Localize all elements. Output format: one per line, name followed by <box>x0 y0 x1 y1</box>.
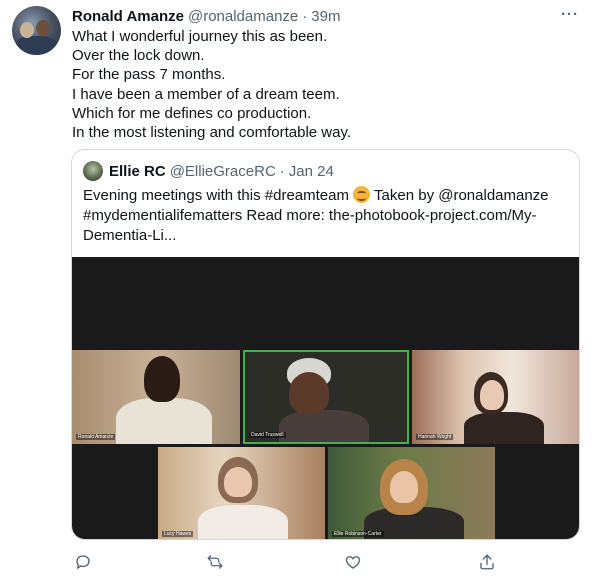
tweet-header: Ronald Amanze @ronaldamanze · 39m <box>72 6 340 26</box>
participant-tile: Ellie Robinson-Carter <box>328 447 495 539</box>
quoted-text-line: Dementia-Li... <box>83 227 177 244</box>
author-handle[interactable]: @ronaldamanze <box>188 8 298 25</box>
tweet-text-line: What I wonderful journey this as been. <box>72 28 328 45</box>
quoted-text-part: Evening meetings with this #dreamteam <box>83 187 349 204</box>
tweet-text-line: In the most listening and comfortable wa… <box>72 124 352 142</box>
participant-name: Lucy Hawes <box>162 531 194 537</box>
tweet[interactable]: Ronald Amanze @ronaldamanze · 39m ··· Wh… <box>0 0 592 579</box>
participant-tile: Hannah Wright <box>412 350 579 444</box>
quoted-tweet-header: Ellie RC @EllieGraceRC · Jan 24 <box>83 160 334 182</box>
like-icon[interactable] <box>341 550 365 574</box>
tweet-actions <box>71 550 511 574</box>
smiling-face-emoji-icon <box>353 186 371 203</box>
quoted-text-line: #mydementialifematters Read more: the-ph… <box>83 207 537 224</box>
tweet-text-line: I have been a member of a dream teem. <box>72 85 340 103</box>
separator: · <box>302 7 308 25</box>
quoted-tweet[interactable]: Ellie RC @EllieGraceRC · Jan 24 Evening … <box>71 149 580 540</box>
quoted-avatar <box>83 161 103 181</box>
participant-name: Ronald Amanze <box>76 434 116 440</box>
tweet-text-line: For the pass 7 months. <box>72 66 226 84</box>
share-icon[interactable] <box>475 550 499 574</box>
tweet-text: What I wonderful journey this as been. O… <box>72 27 572 142</box>
reply-icon[interactable] <box>71 550 95 574</box>
more-horizontal-icon[interactable]: ··· <box>560 6 580 24</box>
quoted-timestamp: Jan 24 <box>288 162 334 180</box>
tweet-text-line: Which for me defines co production. <box>72 104 312 122</box>
quoted-author-name: Ellie RC <box>109 162 166 180</box>
quoted-tweet-text: Evening meetings with this #dreamteam Ta… <box>83 186 571 246</box>
participant-name: Hannah Wright <box>416 434 454 440</box>
participant-tile: Ronald Amanze <box>72 350 240 444</box>
author-name[interactable]: Ronald Amanze <box>72 8 184 25</box>
avatar[interactable] <box>12 6 61 55</box>
retweet-icon[interactable] <box>203 550 227 574</box>
participant-name: Ellie Robinson-Carter <box>332 531 384 537</box>
timestamp[interactable]: 39m <box>311 8 340 25</box>
participant-tile-active: David Truswell <box>243 350 409 444</box>
participant-tile: Lucy Hawes <box>158 447 325 539</box>
video-call-photo[interactable]: Ronald Amanze David Truswell Hannah Wrig… <box>72 257 579 539</box>
separator: · <box>279 162 285 180</box>
tweet-text-line: Over the lock down. <box>72 47 205 65</box>
participant-name: David Truswell <box>249 432 286 438</box>
quoted-text-part: Taken by @ronaldamanze <box>370 187 549 204</box>
quoted-author-handle: @EllieGraceRC <box>169 162 276 180</box>
